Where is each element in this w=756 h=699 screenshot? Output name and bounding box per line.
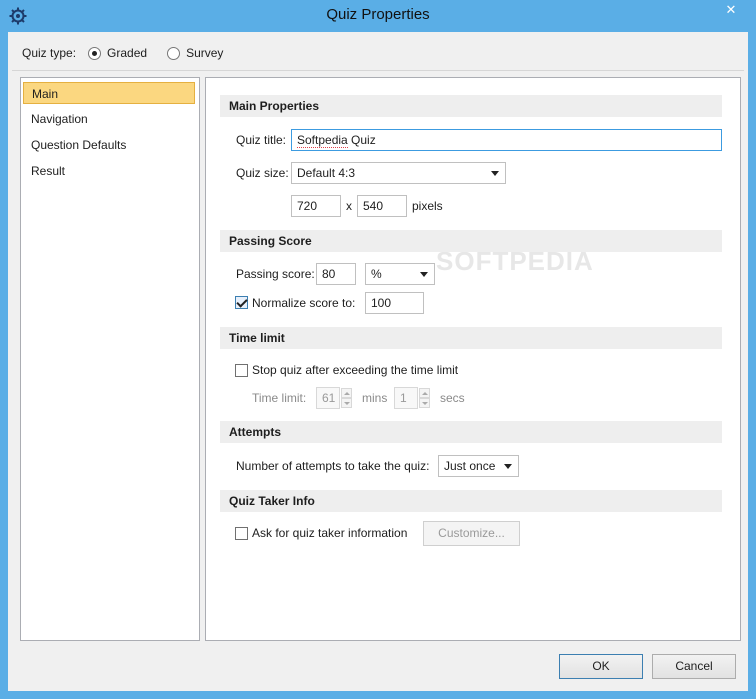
score-unit-dropdown[interactable]: % [365, 263, 435, 285]
properties-panel: SOFTPEDIA Main Properties Quiz title: So… [205, 77, 741, 641]
section-main-properties: Main Properties [220, 95, 722, 117]
close-button[interactable]: ✕ [708, 0, 754, 20]
secs-input[interactable]: 1 [394, 387, 418, 409]
quiz-title-label: Quiz title: [236, 133, 287, 147]
quiz-title-word2: Quiz [347, 133, 376, 147]
survey-radio-label[interactable]: Survey [186, 46, 223, 60]
score-unit-value: % [371, 267, 382, 281]
quiz-size-label: Quiz size: [236, 166, 289, 180]
chevron-down-icon [491, 171, 499, 176]
quiz-type-label: Quiz type: [22, 46, 77, 60]
stepper-up-icon[interactable] [419, 388, 430, 398]
secs-label: secs [440, 391, 465, 405]
divider [12, 70, 744, 71]
sidebar-nav: Main Navigation Question Defaults Result [20, 77, 200, 641]
ask-taker-info-label[interactable]: Ask for quiz taker information [252, 526, 407, 540]
stepper-down-icon[interactable] [341, 398, 352, 408]
sidebar-item-main[interactable]: Main [23, 82, 195, 104]
customize-button[interactable]: Customize... [423, 521, 520, 546]
quiz-size-dropdown[interactable]: Default 4:3 [291, 162, 506, 184]
passing-score-label: Passing score: [236, 267, 315, 281]
close-icon: ✕ [725, 2, 737, 17]
stepper-down-icon[interactable] [419, 398, 430, 408]
section-passing-score: Passing Score [220, 230, 722, 252]
width-input[interactable]: 720 [291, 195, 341, 217]
normalize-input[interactable]: 100 [365, 292, 424, 314]
section-attempts: Attempts [220, 421, 722, 443]
passing-score-input[interactable]: 80 [316, 263, 356, 285]
sidebar-item-result[interactable]: Result [23, 160, 195, 182]
mins-label: mins [362, 391, 388, 405]
section-quiz-taker-info: Quiz Taker Info [220, 490, 722, 512]
size-x-label: x [346, 199, 352, 213]
normalize-checkbox[interactable] [235, 296, 248, 309]
attempts-dropdown[interactable]: Just once [438, 455, 519, 477]
attempts-value: Just once [444, 459, 496, 473]
section-time-limit: Time limit [220, 327, 722, 349]
dialog-body: Quiz type: Graded Survey Main Navigation… [8, 32, 748, 691]
graded-radio[interactable] [88, 46, 102, 60]
quiz-properties-window: Quiz Properties ✕ Quiz type: Graded Surv… [0, 0, 756, 699]
cancel-button[interactable]: Cancel [652, 654, 736, 679]
sidebar-item-navigation[interactable]: Navigation [23, 108, 195, 130]
stop-quiz-label[interactable]: Stop quiz after exceeding the time limit [252, 363, 458, 377]
quiz-title-input[interactable]: Softpedia Quiz [291, 129, 722, 151]
height-input[interactable]: 540 [357, 195, 407, 217]
survey-radio[interactable] [167, 46, 181, 60]
time-limit-label: Time limit: [252, 391, 307, 405]
normalize-label[interactable]: Normalize score to: [252, 296, 355, 310]
quiz-title-word1: Softpedia [297, 133, 348, 148]
graded-radio-label[interactable]: Graded [107, 46, 147, 60]
chevron-down-icon [420, 272, 428, 277]
window-title: Quiz Properties [326, 6, 430, 23]
quiz-type-group: Quiz type: Graded Survey [22, 43, 223, 63]
stepper-up-icon[interactable] [341, 388, 352, 398]
ask-taker-info-checkbox[interactable] [235, 527, 248, 540]
chevron-down-icon [504, 464, 512, 469]
secs-stepper[interactable] [419, 388, 430, 408]
ok-button[interactable]: OK [559, 654, 643, 679]
stop-quiz-checkbox[interactable] [235, 364, 248, 377]
quiz-size-value: Default 4:3 [297, 166, 356, 180]
mins-stepper[interactable] [341, 388, 352, 408]
sidebar-item-question-defaults[interactable]: Question Defaults [23, 134, 195, 156]
attempts-label: Number of attempts to take the quiz: [236, 459, 430, 473]
title-bar[interactable]: Quiz Properties ✕ [0, 0, 756, 32]
pixels-label: pixels [412, 199, 443, 213]
mins-input[interactable]: 61 [316, 387, 340, 409]
